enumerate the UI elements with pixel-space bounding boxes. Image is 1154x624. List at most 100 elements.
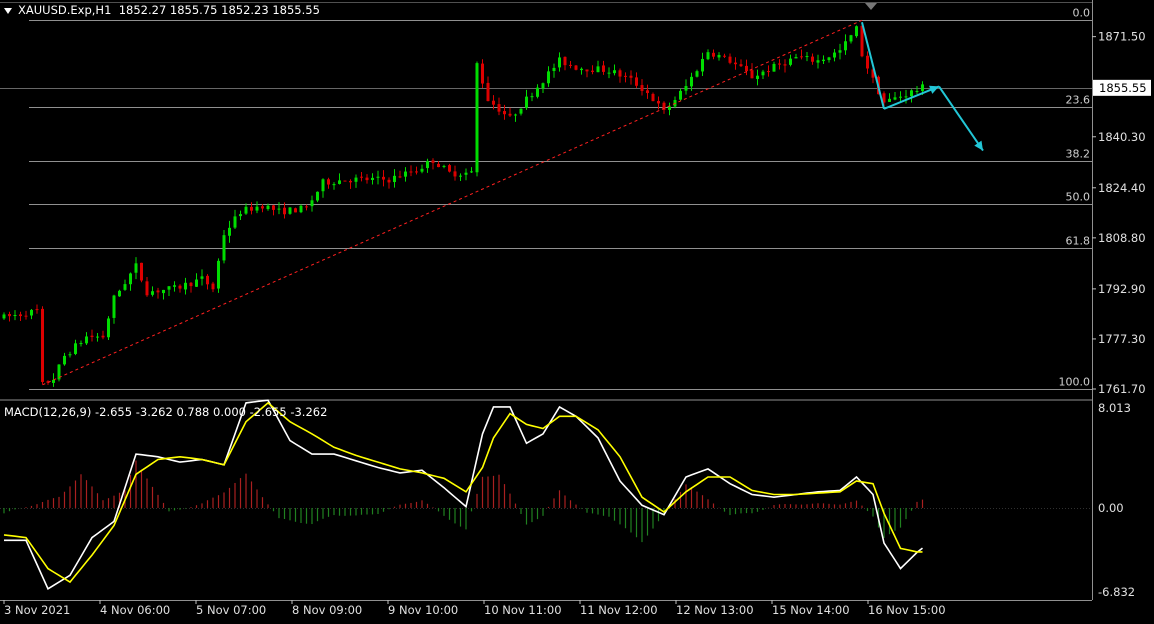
bull-candle [679,90,682,100]
macd-indicator-label: MACD(12,26,9) -2.655 -3.262 0.788 0.000 … [4,405,328,419]
bull-candle [244,206,248,214]
bull-candle [96,336,99,338]
time-axis-label: 4 Nov 06:00 [100,603,170,617]
time-axis-label: 8 Nov 09:00 [292,603,362,617]
bull-candle [756,75,759,80]
time-axis-label: 12 Nov 13:00 [676,603,754,617]
ohlc-values: 1852.27 1855.75 1852.23 1855.55 [118,3,320,17]
price-axis-label: 1871.50 [1098,30,1146,44]
bear-candle [360,176,363,178]
bear-candle [448,165,451,172]
bull-candle [233,216,237,228]
bull-candle [668,106,671,110]
bear-candle [866,55,869,69]
bear-candle [481,63,484,84]
price-axis-label: 1840.30 [1098,130,1146,144]
axis-layer: 1871.50 1855.55 1840.30 1824.40 1808.80 1792.… [3,3,1151,617]
bear-candle [618,70,622,77]
bear-candle [651,93,655,102]
bull-candle [217,260,220,289]
bull-candle [833,52,836,58]
bull-candle [838,50,842,53]
bull-candle [118,290,121,297]
collapse-triangle-icon[interactable] [4,7,12,14]
price-axis-label: 1777.30 [1098,332,1146,346]
bear-candle [492,100,495,105]
time-axis-label: 15 Nov 14:00 [772,603,850,617]
bear-candle [101,335,105,338]
bull-candle [893,97,897,100]
bear-candle [497,104,501,112]
bull-candle [552,67,556,71]
chart-area[interactable]: 0.0 23.6 38.2 50.0 61.8 100.0 1871.50 1855.55 1… [0,0,1154,620]
time-axis-label: 9 Nov 10:00 [388,603,458,617]
time-axis-label: 3 Nov 2021 [4,603,70,617]
bull-candle [134,263,138,273]
bull-candle [558,57,561,68]
bear-candle [145,281,149,296]
bull-candle [541,83,545,89]
bull-candle [200,276,204,279]
bear-candle [734,62,737,65]
bear-candle [657,100,660,104]
bull-candle [376,176,380,178]
bull-candle [404,171,407,177]
macd-layer [0,399,1092,590]
bull-candle [74,343,77,354]
bear-candle [640,85,644,91]
bull-candle [794,57,798,59]
bull-candle [899,96,902,98]
bull-candle [52,379,55,383]
bear-candle [387,179,391,183]
bear-candle [261,206,264,209]
bear-candle [349,180,352,183]
bull-candle [525,96,528,108]
arrow-head-icon [974,140,983,151]
bull-candle [151,291,154,295]
bull-candle [519,108,523,114]
bear-candle [283,207,286,215]
bull-candle [690,76,693,87]
bear-candle [712,52,715,57]
bull-candle [338,180,341,184]
bear-candle [739,64,743,67]
projection-arrow-1 [861,21,885,110]
bear-candle [811,56,814,62]
time-axis-label: 11 Nov 12:00 [580,603,658,617]
bear-candle [569,64,572,66]
bear-candle [800,56,803,58]
bull-candle [910,90,913,97]
bear-candle [745,65,748,72]
bear-candle [574,65,578,70]
price-axis-label: 1761.70 [1098,382,1146,396]
bull-candle [459,175,462,177]
bull-candle [129,273,132,285]
bear-candle [437,163,440,168]
bull-candle [470,171,473,173]
trendline [42,19,863,386]
bear-candle [585,69,589,72]
bull-candle [68,354,72,356]
shift-marker-icon [865,3,877,10]
bull-candle [514,114,517,116]
chart-svg[interactable]: 0.023.638.250.061.8100.0 1871.501855.551… [0,0,1154,620]
bull-candle [844,41,847,51]
symbol-info-bar[interactable]: XAUUSD.Exp,H1 1852.27 1855.75 1852.23 18… [4,3,320,17]
bear-candle [783,64,787,66]
macd-axis-label: 0.00 [1098,501,1124,515]
bear-candle [635,77,638,86]
symbol-label: XAUUSD.Exp,H1 [18,3,112,17]
fib-level-label: 23.6 [1066,94,1091,107]
bull-candle [239,214,242,217]
bull-candle [173,285,176,287]
price-axis-label: 1792.90 [1098,282,1146,296]
price-axis-label: 1808.80 [1098,231,1146,245]
current-price-label: 1855.55 [1099,81,1147,95]
bull-candle [888,98,891,102]
bear-candle [35,309,39,311]
fib-level-label: 50.0 [1066,191,1091,204]
bear-candle [189,282,193,287]
bull-candle [855,26,858,37]
bear-candle [365,177,369,181]
bear-candle [860,25,864,57]
